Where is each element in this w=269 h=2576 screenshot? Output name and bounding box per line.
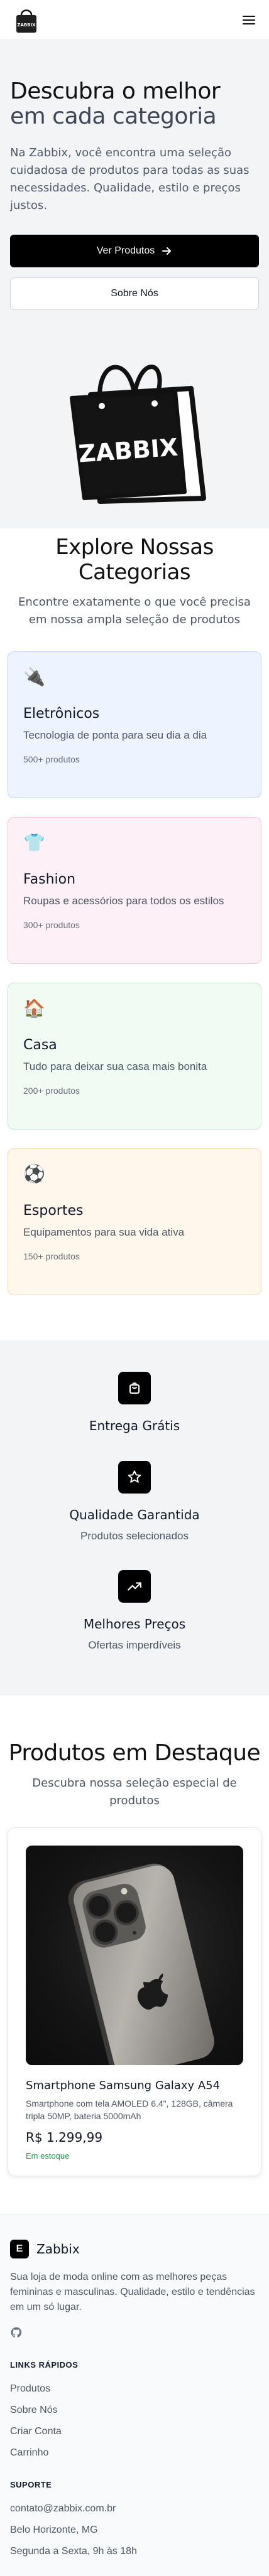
- footer-link-sobre-nos[interactable]: Sobre Nós: [10, 2405, 259, 2416]
- view-products-label: Ver Produtos: [96, 245, 155, 256]
- category-count: 150+ produtos: [23, 1251, 80, 1261]
- hero-bag-image: ZABBIX: [10, 348, 259, 511]
- category-card-casa[interactable]: 🏠 Casa Tudo para deixar sua casa mais bo…: [8, 983, 261, 1130]
- soccer-ball-icon: ⚽: [23, 1164, 45, 1184]
- footer-support-heading: SUPORTE: [10, 2480, 52, 2489]
- categories-section: Explore Nossas Categorias Encontre exata…: [0, 528, 269, 1340]
- category-count: 200+ produtos: [23, 1086, 80, 1096]
- category-card-fashion[interactable]: 👕 Fashion Roupas e acessórios para todos…: [8, 817, 261, 964]
- logo-text: ZABBIX: [17, 23, 36, 28]
- feature-best-prices: Melhores Preços Ofertas imperdíveis: [84, 1570, 185, 1652]
- footer-link-carrinho[interactable]: Carrinho: [10, 2447, 259, 2459]
- categories-title: Explore Nossas Categorias: [55, 535, 214, 585]
- about-us-label: Sobre Nós: [111, 288, 158, 299]
- product-description: Smartphone com tela AMOLED 6.4", 128GB, …: [26, 2098, 233, 2121]
- category-name: Esportes: [23, 1203, 84, 1219]
- site-footer: E Zabbix Sua loja de moda online com as …: [0, 2214, 269, 2576]
- trending-up-icon: [118, 1570, 151, 1603]
- footer-link-produtos[interactable]: Produtos: [10, 2383, 259, 2395]
- footer-logo: E: [10, 2240, 29, 2258]
- product-image: [26, 1846, 243, 2065]
- featured-products-section: Produtos em Destaque Descubra nossa sele…: [0, 1696, 269, 2214]
- shopping-bag-illustration: ZABBIX: [70, 365, 206, 504]
- feature-title: Qualidade Garantida: [69, 1507, 200, 1522]
- arrow-right-icon: [162, 247, 172, 255]
- hero-title: Descubra o melhor em cada categoria: [10, 79, 259, 129]
- category-card-esportes[interactable]: ⚽ Esportes Equipamentos para sua vida at…: [8, 1148, 261, 1295]
- category-list: 🔌 Eletrônicos Tecnologia de ponta para s…: [8, 651, 261, 1295]
- hero-lead: Na Zabbix, você encontra uma seleção cui…: [10, 146, 250, 212]
- house-icon: 🏠: [23, 998, 45, 1018]
- footer-links-heading: LINKS RÁPIDOS: [10, 2360, 79, 2370]
- category-count: 300+ produtos: [23, 920, 80, 930]
- footer-support-location: Belo Horizonte, MG: [10, 2525, 98, 2535]
- category-description: Roupas e acessórios para todos os estilo…: [23, 895, 224, 907]
- category-name: Fashion: [23, 872, 76, 887]
- feature-title: Entrega Grátis: [89, 1418, 180, 1433]
- footer-about: Sua loja de moda online com as melhores …: [10, 2272, 255, 2312]
- footer-brand-name: Zabbix: [36, 2242, 80, 2257]
- hero-title-line-1: Descubra o melhor: [10, 78, 221, 104]
- category-name: Eletrônicos: [23, 706, 100, 722]
- feature-description: Produtos selecionados: [80, 1530, 189, 1542]
- feature-quality: Qualidade Garantida Produtos selecionado…: [69, 1461, 200, 1542]
- featured-title: Produtos em Destaque: [8, 1740, 261, 1766]
- product-card[interactable]: Smartphone Samsung Galaxy A54 Smartphone…: [8, 1827, 261, 2176]
- category-card-eletronicos[interactable]: 🔌 Eletrônicos Tecnologia de ponta para s…: [8, 651, 261, 798]
- footer-support-hours: Segunda a Sexta, 9h às 18h: [10, 2546, 137, 2557]
- category-description: Tecnologia de ponta para seu dia a dia: [23, 729, 207, 741]
- view-products-button[interactable]: Ver Produtos: [10, 235, 259, 267]
- category-count: 500+ produtos: [23, 754, 80, 764]
- menu-button[interactable]: [239, 10, 259, 30]
- footer-brand[interactable]: E Zabbix: [10, 2240, 259, 2258]
- t-shirt-icon: 👕: [23, 833, 45, 852]
- plug-icon: 🔌: [23, 667, 45, 687]
- features-section: Entrega Grátis Qualidade Garantida Produ…: [0, 1340, 269, 1696]
- footer-link-criar-conta[interactable]: Criar Conta: [10, 2426, 259, 2437]
- category-description: Equipamentos para sua vida ativa: [23, 1226, 185, 1238]
- hero-title-line-2: em cada categoria: [10, 104, 217, 129]
- product-price: R$ 1.299,99: [26, 2130, 103, 2145]
- feature-free-shipping: Entrega Grátis: [89, 1372, 180, 1433]
- site-header: ZABBIX: [0, 0, 269, 40]
- hamburger-icon: [243, 15, 255, 24]
- product-stock-status: Em estoque: [26, 2151, 70, 2161]
- github-icon[interactable]: [10, 2326, 23, 2339]
- feature-description: Ofertas imperdíveis: [88, 1639, 181, 1651]
- shopping-bag-icon: [118, 1372, 151, 1404]
- category-description: Tudo para deixar sua casa mais bonita: [23, 1061, 207, 1072]
- hero-section: Descubra o melhor em cada categoria Na Z…: [0, 40, 269, 528]
- featured-subtitle: Descubra nossa seleção especial de produ…: [32, 1777, 237, 1807]
- categories-subtitle: Encontre exatamente o que você precisa e…: [18, 596, 251, 626]
- footer-support-email[interactable]: contato@zabbix.com.br: [10, 2503, 259, 2515]
- shopping-bag-logo-icon[interactable]: ZABBIX: [10, 6, 43, 34]
- product-name: Smartphone Samsung Galaxy A54: [26, 2079, 221, 2092]
- feature-title: Melhores Preços: [83, 1617, 186, 1632]
- about-us-button[interactable]: Sobre Nós: [10, 277, 259, 310]
- category-name: Casa: [23, 1037, 57, 1053]
- star-icon: [118, 1461, 151, 1494]
